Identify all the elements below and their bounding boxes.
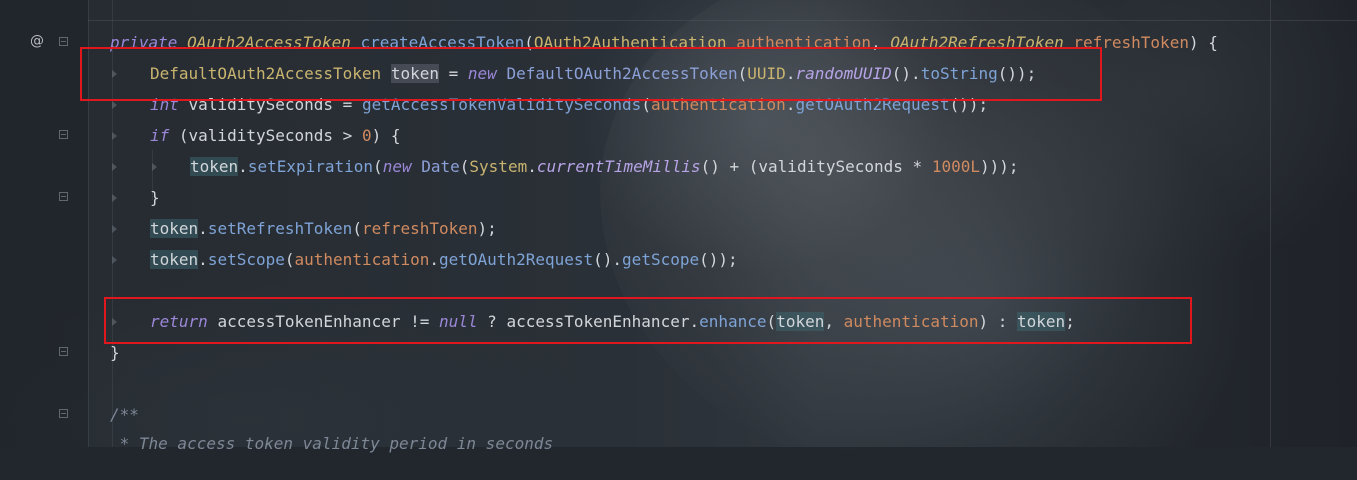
- highlight-box-return-statement: [104, 297, 1192, 344]
- indent-arrow-icon: [110, 182, 150, 213]
- indent-arrow-icon: [110, 120, 150, 151]
- code-editor[interactable]: private OAuth2AccessToken createAccessTo…: [0, 0, 1218, 475]
- editor-separator-line: [88, 20, 1357, 21]
- token-variable[interactable]: token: [150, 219, 199, 238]
- code-line-6: }: [110, 182, 160, 213]
- indent-arrow-icon: [110, 213, 150, 244]
- token-variable[interactable]: token: [150, 250, 199, 269]
- fold-marker-if-end-icon[interactable]: [59, 192, 68, 201]
- code-line-13: /**: [110, 405, 139, 424]
- fold-marker-method-icon[interactable]: [59, 37, 68, 46]
- code-line-4: if (validitySeconds > 0) {: [110, 120, 400, 151]
- highlight-box-token-creation: [80, 47, 1102, 101]
- fold-marker-method-end-icon[interactable]: [59, 347, 68, 356]
- fold-marker-comment-icon[interactable]: [59, 409, 68, 418]
- code-line-14: * The access token validity period in se…: [110, 434, 554, 453]
- code-line-8: token.setScope(authentication.getOAuth2R…: [110, 244, 738, 275]
- indent-arrow-icon: [110, 244, 150, 275]
- indent-arrow-icon: [150, 151, 190, 182]
- token-variable[interactable]: token: [190, 157, 239, 176]
- fold-marker-if-icon[interactable]: [59, 130, 68, 139]
- override-annotation-icon[interactable]: @: [30, 32, 48, 50]
- code-line-7: token.setRefreshToken(refreshToken);: [110, 213, 497, 244]
- indent-arrow-icon: [110, 151, 150, 182]
- right-margin-guide: [1270, 0, 1271, 447]
- code-line-5: token.setExpiration(new Date(System.curr…: [110, 151, 1019, 182]
